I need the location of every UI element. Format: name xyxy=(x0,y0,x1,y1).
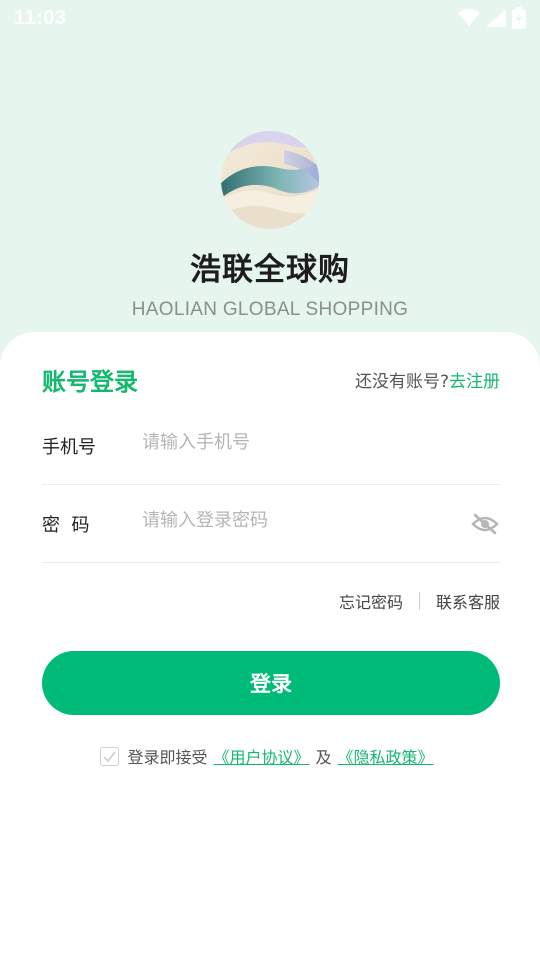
login-card: 账号登录 还没有账号?去注册 手机号 密 码 忘记密码 联系客服 登录 登录即接… xyxy=(0,332,540,960)
login-button[interactable]: 登录 xyxy=(42,651,500,715)
divider xyxy=(418,592,420,610)
login-header: 账号登录 还没有账号?去注册 xyxy=(42,362,500,397)
status-bar: 11:03 xyxy=(0,0,540,36)
brand-subtitle: HAOLIAN GLOBAL SHOPPING xyxy=(131,299,409,320)
phone-field-row: 手机号 xyxy=(42,407,500,485)
gradient-sphere-logo xyxy=(219,130,321,230)
status-icons xyxy=(458,7,526,29)
password-input[interactable] xyxy=(142,510,470,531)
phone-input[interactable] xyxy=(142,432,500,453)
phone-label: 手机号 xyxy=(42,436,96,458)
contact-support-link[interactable]: 联系客服 xyxy=(436,589,500,613)
user-agreement-link[interactable]: 《用户协议》 xyxy=(213,744,309,768)
register-prompt-row: 还没有账号?去注册 xyxy=(355,367,500,392)
password-field-row: 密 码 xyxy=(42,485,500,563)
wifi-icon xyxy=(458,9,480,27)
check-icon xyxy=(103,750,117,762)
password-label: 密 码 xyxy=(42,514,90,536)
battery-charging-icon xyxy=(512,7,526,29)
signal-icon xyxy=(486,9,506,27)
agreement-checkbox[interactable] xyxy=(100,746,120,766)
agreement-prefix: 登录即接受 xyxy=(127,748,208,767)
status-time: 11:03 xyxy=(14,6,67,29)
register-link[interactable]: 去注册 xyxy=(449,372,500,392)
help-links: 忘记密码 联系客服 xyxy=(339,589,500,613)
forgot-password-link[interactable]: 忘记密码 xyxy=(339,589,403,613)
agreement-conjunction: 及 xyxy=(315,748,332,767)
agreement-row: 登录即接受 《用户协议》 及 《隐私政策》 xyxy=(0,744,540,768)
register-prompt: 还没有账号? xyxy=(354,372,449,392)
brand-section: 浩联全球购 HAOLIAN GLOBAL SHOPPING xyxy=(0,130,540,321)
brand-name: 浩联全球购 xyxy=(190,252,350,288)
login-title: 账号登录 xyxy=(42,368,138,396)
privacy-policy-link[interactable]: 《隐私政策》 xyxy=(338,744,434,768)
eye-off-icon[interactable] xyxy=(470,509,500,539)
